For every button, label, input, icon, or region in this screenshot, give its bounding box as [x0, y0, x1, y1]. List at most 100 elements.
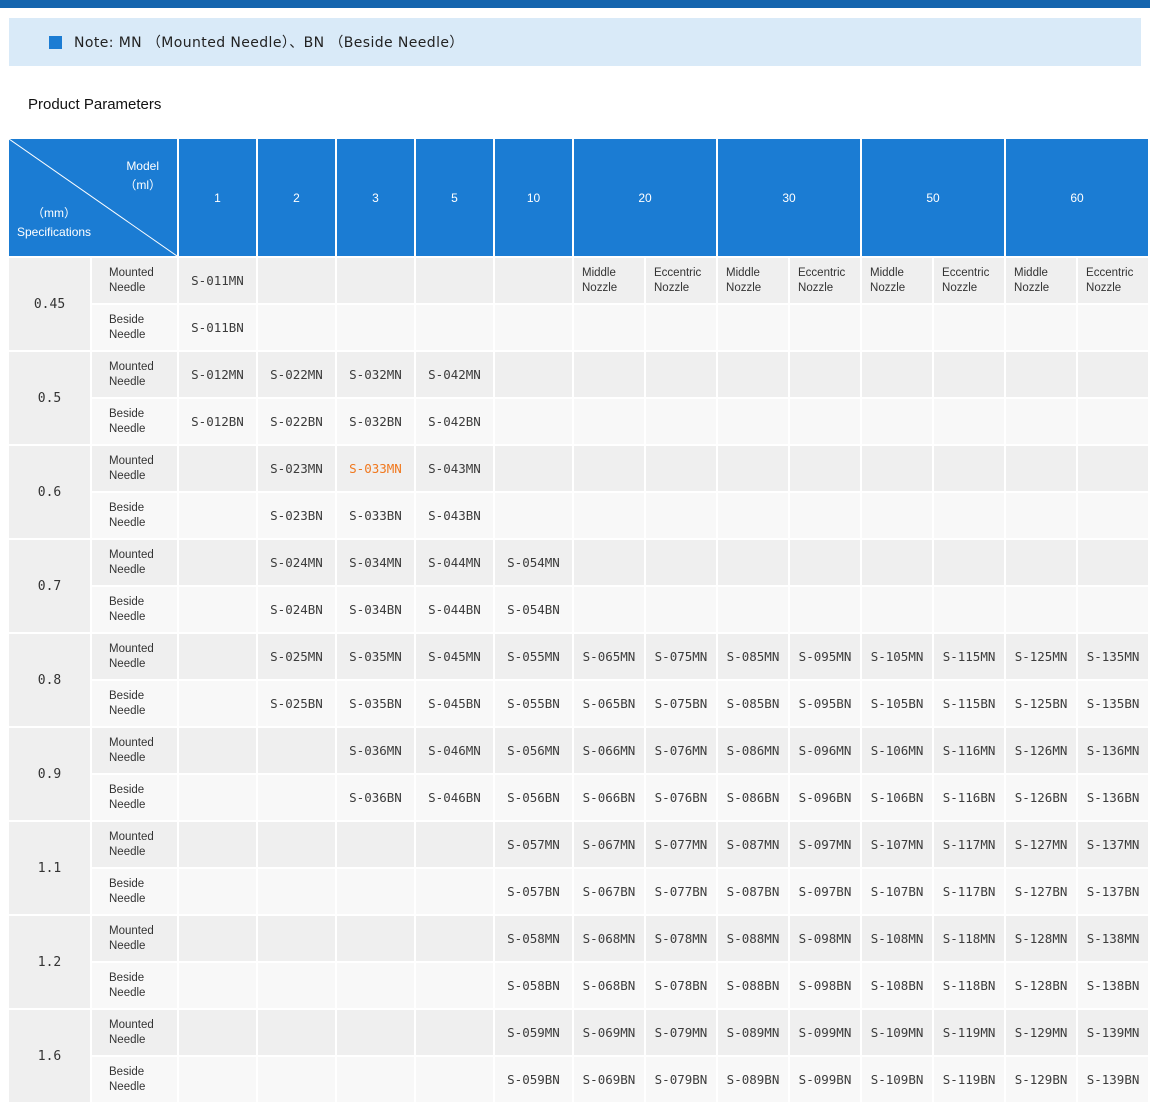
- model-cell-S-128BN[interactable]: S-128BN: [1005, 962, 1077, 1009]
- model-cell-S-057BN[interactable]: S-057BN: [494, 868, 573, 915]
- model-cell-S-046BN[interactable]: S-046BN: [415, 774, 494, 821]
- model-cell-S-116MN[interactable]: S-116MN: [933, 727, 1005, 774]
- model-cell-S-099MN[interactable]: S-099MN: [789, 1009, 861, 1056]
- model-cell-S-068MN[interactable]: S-068MN: [573, 915, 645, 962]
- model-cell-S-119BN[interactable]: S-119BN: [933, 1056, 1005, 1103]
- model-cell-S-116BN[interactable]: S-116BN: [933, 774, 1005, 821]
- model-cell-S-079BN[interactable]: S-079BN: [645, 1056, 717, 1103]
- model-cell-S-023MN[interactable]: S-023MN: [257, 445, 336, 492]
- model-cell-S-139BN[interactable]: S-139BN: [1077, 1056, 1149, 1103]
- model-cell-S-055MN[interactable]: S-055MN: [494, 633, 573, 680]
- model-cell-S-075BN[interactable]: S-075BN: [645, 680, 717, 727]
- model-cell-S-059BN[interactable]: S-059BN: [494, 1056, 573, 1103]
- model-cell-S-108BN[interactable]: S-108BN: [861, 962, 933, 1009]
- model-cell-S-012BN[interactable]: S-012BN: [178, 398, 257, 445]
- model-cell-S-117BN[interactable]: S-117BN: [933, 868, 1005, 915]
- model-cell-S-137MN[interactable]: S-137MN: [1077, 821, 1149, 868]
- model-cell-S-108MN[interactable]: S-108MN: [861, 915, 933, 962]
- model-cell-S-126MN[interactable]: S-126MN: [1005, 727, 1077, 774]
- model-cell-S-032MN[interactable]: S-032MN: [336, 351, 415, 398]
- model-cell-S-069MN[interactable]: S-069MN: [573, 1009, 645, 1056]
- model-cell-S-119MN[interactable]: S-119MN: [933, 1009, 1005, 1056]
- model-cell-S-032BN[interactable]: S-032BN: [336, 398, 415, 445]
- model-cell-S-036BN[interactable]: S-036BN: [336, 774, 415, 821]
- model-cell-S-076MN[interactable]: S-076MN: [645, 727, 717, 774]
- model-cell-S-088MN[interactable]: S-088MN: [717, 915, 789, 962]
- model-cell-S-087MN[interactable]: S-087MN: [717, 821, 789, 868]
- model-cell-S-088BN[interactable]: S-088BN: [717, 962, 789, 1009]
- model-cell-S-106BN[interactable]: S-106BN: [861, 774, 933, 821]
- model-cell-S-055BN[interactable]: S-055BN: [494, 680, 573, 727]
- model-cell-S-078BN[interactable]: S-078BN: [645, 962, 717, 1009]
- model-cell-S-109BN[interactable]: S-109BN: [861, 1056, 933, 1103]
- model-cell-S-127MN[interactable]: S-127MN: [1005, 821, 1077, 868]
- model-cell-S-085MN[interactable]: S-085MN: [717, 633, 789, 680]
- model-cell-S-023BN[interactable]: S-023BN: [257, 492, 336, 539]
- model-cell-S-079MN[interactable]: S-079MN: [645, 1009, 717, 1056]
- model-cell-S-036MN[interactable]: S-036MN: [336, 727, 415, 774]
- model-cell-S-115BN[interactable]: S-115BN: [933, 680, 1005, 727]
- model-cell-S-085BN[interactable]: S-085BN: [717, 680, 789, 727]
- model-cell-S-058BN[interactable]: S-058BN: [494, 962, 573, 1009]
- model-cell-S-034BN[interactable]: S-034BN: [336, 586, 415, 633]
- model-cell-S-054MN[interactable]: S-054MN: [494, 539, 573, 586]
- model-cell-S-077MN[interactable]: S-077MN: [645, 821, 717, 868]
- model-cell-S-139MN[interactable]: S-139MN: [1077, 1009, 1149, 1056]
- model-cell-S-056MN[interactable]: S-056MN: [494, 727, 573, 774]
- model-cell-S-138MN[interactable]: S-138MN: [1077, 915, 1149, 962]
- model-cell-S-068BN[interactable]: S-068BN: [573, 962, 645, 1009]
- model-cell-S-044MN[interactable]: S-044MN: [415, 539, 494, 586]
- model-cell-S-136MN[interactable]: S-136MN: [1077, 727, 1149, 774]
- model-cell-S-066MN[interactable]: S-066MN: [573, 727, 645, 774]
- model-cell-S-135BN[interactable]: S-135BN: [1077, 680, 1149, 727]
- model-cell-S-067BN[interactable]: S-067BN: [573, 868, 645, 915]
- model-cell-S-042MN[interactable]: S-042MN: [415, 351, 494, 398]
- model-cell-S-024BN[interactable]: S-024BN: [257, 586, 336, 633]
- model-cell-S-034MN[interactable]: S-034MN: [336, 539, 415, 586]
- model-cell-S-136BN[interactable]: S-136BN: [1077, 774, 1149, 821]
- model-cell-S-022BN[interactable]: S-022BN: [257, 398, 336, 445]
- model-cell-S-045MN[interactable]: S-045MN: [415, 633, 494, 680]
- model-cell-S-129BN[interactable]: S-129BN: [1005, 1056, 1077, 1103]
- model-cell-S-025BN[interactable]: S-025BN: [257, 680, 336, 727]
- model-cell-S-035BN[interactable]: S-035BN: [336, 680, 415, 727]
- model-cell-S-098MN[interactable]: S-098MN: [789, 915, 861, 962]
- model-cell-S-043MN[interactable]: S-043MN: [415, 445, 494, 492]
- model-cell-S-086BN[interactable]: S-086BN: [717, 774, 789, 821]
- model-cell-S-025MN[interactable]: S-025MN: [257, 633, 336, 680]
- model-cell-S-065MN[interactable]: S-065MN: [573, 633, 645, 680]
- model-cell-S-046MN[interactable]: S-046MN: [415, 727, 494, 774]
- model-cell-S-011MN[interactable]: S-011MN: [178, 257, 257, 304]
- model-cell-S-076BN[interactable]: S-076BN: [645, 774, 717, 821]
- model-cell-S-022MN[interactable]: S-022MN: [257, 351, 336, 398]
- model-cell-S-078MN[interactable]: S-078MN: [645, 915, 717, 962]
- model-cell-S-043BN[interactable]: S-043BN: [415, 492, 494, 539]
- model-cell-S-107MN[interactable]: S-107MN: [861, 821, 933, 868]
- model-cell-S-095BN[interactable]: S-095BN: [789, 680, 861, 727]
- model-cell-S-129MN[interactable]: S-129MN: [1005, 1009, 1077, 1056]
- model-cell-S-012MN[interactable]: S-012MN: [178, 351, 257, 398]
- model-cell-S-105MN[interactable]: S-105MN: [861, 633, 933, 680]
- model-cell-S-128MN[interactable]: S-128MN: [1005, 915, 1077, 962]
- model-cell-S-138BN[interactable]: S-138BN: [1077, 962, 1149, 1009]
- model-cell-S-096BN[interactable]: S-096BN: [789, 774, 861, 821]
- model-cell-S-095MN[interactable]: S-095MN: [789, 633, 861, 680]
- model-cell-S-033BN[interactable]: S-033BN: [336, 492, 415, 539]
- model-cell-S-107BN[interactable]: S-107BN: [861, 868, 933, 915]
- model-cell-S-117MN[interactable]: S-117MN: [933, 821, 1005, 868]
- model-cell-S-106MN[interactable]: S-106MN: [861, 727, 933, 774]
- model-cell-S-054BN[interactable]: S-054BN: [494, 586, 573, 633]
- model-cell-S-066BN[interactable]: S-066BN: [573, 774, 645, 821]
- model-cell-S-135MN[interactable]: S-135MN: [1077, 633, 1149, 680]
- model-cell-S-045BN[interactable]: S-045BN: [415, 680, 494, 727]
- model-cell-S-118MN[interactable]: S-118MN: [933, 915, 1005, 962]
- model-cell-S-089MN[interactable]: S-089MN: [717, 1009, 789, 1056]
- model-cell-S-118BN[interactable]: S-118BN: [933, 962, 1005, 1009]
- model-cell-S-056BN[interactable]: S-056BN: [494, 774, 573, 821]
- model-cell-S-075MN[interactable]: S-075MN: [645, 633, 717, 680]
- model-cell-S-096MN[interactable]: S-096MN: [789, 727, 861, 774]
- model-cell-S-033MN[interactable]: S-033MN: [336, 445, 415, 492]
- model-cell-S-125BN[interactable]: S-125BN: [1005, 680, 1077, 727]
- model-cell-S-057MN[interactable]: S-057MN: [494, 821, 573, 868]
- model-cell-S-097MN[interactable]: S-097MN: [789, 821, 861, 868]
